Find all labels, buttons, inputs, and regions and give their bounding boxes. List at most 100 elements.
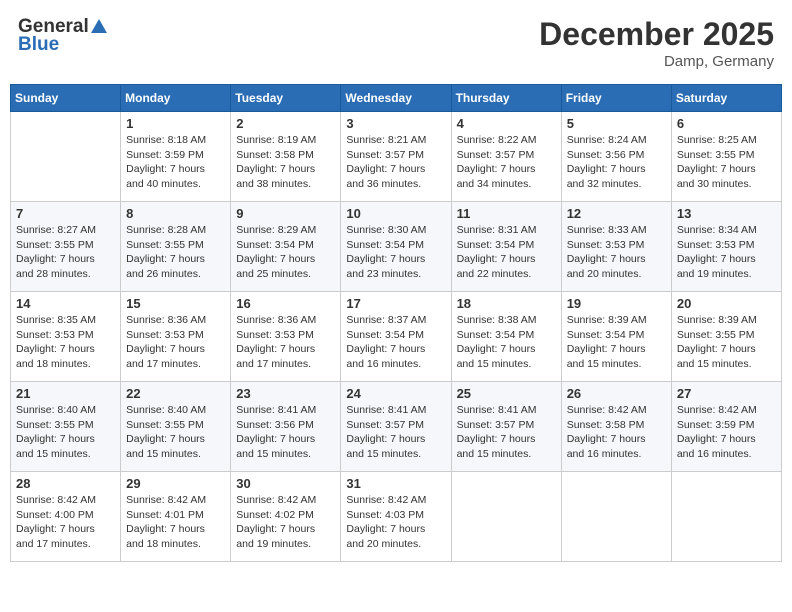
- calendar-header-row: SundayMondayTuesdayWednesdayThursdayFrid…: [11, 85, 782, 112]
- day-number: 1: [126, 116, 225, 131]
- day-info: Sunrise: 8:39 AMSunset: 3:54 PMDaylight:…: [567, 313, 666, 372]
- day-number: 24: [346, 386, 445, 401]
- day-number: 21: [16, 386, 115, 401]
- day-info: Sunrise: 8:30 AMSunset: 3:54 PMDaylight:…: [346, 223, 445, 282]
- calendar-cell: 20 Sunrise: 8:39 AMSunset: 3:55 PMDayligh…: [671, 292, 781, 382]
- day-info: Sunrise: 8:40 AMSunset: 3:55 PMDaylight:…: [16, 403, 115, 462]
- day-number: 17: [346, 296, 445, 311]
- day-number: 25: [457, 386, 556, 401]
- day-info: Sunrise: 8:35 AMSunset: 3:53 PMDaylight:…: [16, 313, 115, 372]
- day-info: Sunrise: 8:24 AMSunset: 3:56 PMDaylight:…: [567, 133, 666, 192]
- calendar-cell: 3 Sunrise: 8:21 AMSunset: 3:57 PMDaylight…: [341, 112, 451, 202]
- day-info: Sunrise: 8:42 AMSunset: 4:01 PMDaylight:…: [126, 493, 225, 552]
- day-info: Sunrise: 8:34 AMSunset: 3:53 PMDaylight:…: [677, 223, 776, 282]
- day-number: 10: [346, 206, 445, 221]
- calendar-cell: [671, 472, 781, 562]
- calendar-cell: 26 Sunrise: 8:42 AMSunset: 3:58 PMDayligh…: [561, 382, 671, 472]
- day-info: Sunrise: 8:25 AMSunset: 3:55 PMDaylight:…: [677, 133, 776, 192]
- weekday-header-tuesday: Tuesday: [231, 85, 341, 112]
- day-info: Sunrise: 8:21 AMSunset: 3:57 PMDaylight:…: [346, 133, 445, 192]
- day-info: Sunrise: 8:18 AMSunset: 3:59 PMDaylight:…: [126, 133, 225, 192]
- calendar-cell: 12Sunrise: 8:33 AMSunset: 3:53 PMDayligh…: [561, 202, 671, 292]
- day-info: Sunrise: 8:31 AMSunset: 3:54 PMDaylight:…: [457, 223, 556, 282]
- day-number: 31: [346, 476, 445, 491]
- weekday-header-wednesday: Wednesday: [341, 85, 451, 112]
- day-info: Sunrise: 8:27 AMSunset: 3:55 PMDaylight:…: [16, 223, 115, 282]
- day-number: 8: [126, 206, 225, 221]
- day-number: 29: [126, 476, 225, 491]
- day-number: 11: [457, 206, 556, 221]
- day-info: Sunrise: 8:40 AMSunset: 3:55 PMDaylight:…: [126, 403, 225, 462]
- day-number: 28: [16, 476, 115, 491]
- calendar-cell: [11, 112, 121, 202]
- weekday-header-saturday: Saturday: [671, 85, 781, 112]
- logo-blue-text: Blue: [18, 34, 59, 56]
- day-info: Sunrise: 8:42 AMSunset: 3:59 PMDaylight:…: [677, 403, 776, 462]
- calendar-cell: 23 Sunrise: 8:41 AMSunset: 3:56 PMDayligh…: [231, 382, 341, 472]
- location: Damp, Germany: [539, 53, 774, 70]
- day-info: Sunrise: 8:42 AMSunset: 4:03 PMDaylight:…: [346, 493, 445, 552]
- calendar-week-row: 1 Sunrise: 8:18 AMSunset: 3:59 PMDaylight…: [11, 112, 782, 202]
- day-number: 27: [677, 386, 776, 401]
- day-number: 26: [567, 386, 666, 401]
- calendar-cell: 25 Sunrise: 8:41 AMSunset: 3:57 PMDayligh…: [451, 382, 561, 472]
- calendar-cell: 6Sunrise: 8:25 AMSunset: 3:55 PMDaylight…: [671, 112, 781, 202]
- logo-icon: [90, 17, 108, 35]
- day-info: Sunrise: 8:38 AMSunset: 3:54 PMDaylight:…: [457, 313, 556, 372]
- calendar-cell: 2Sunrise: 8:19 AMSunset: 3:58 PMDaylight…: [231, 112, 341, 202]
- day-info: Sunrise: 8:37 AMSunset: 3:54 PMDaylight:…: [346, 313, 445, 372]
- calendar-cell: 7 Sunrise: 8:27 AMSunset: 3:55 PMDaylight…: [11, 202, 121, 292]
- calendar-cell: 24 Sunrise: 8:41 AMSunset: 3:57 PMDayligh…: [341, 382, 451, 472]
- calendar-cell: 5 Sunrise: 8:24 AMSunset: 3:56 PMDaylight…: [561, 112, 671, 202]
- calendar-week-row: 7 Sunrise: 8:27 AMSunset: 3:55 PMDaylight…: [11, 202, 782, 292]
- day-info: Sunrise: 8:39 AMSunset: 3:55 PMDaylight:…: [677, 313, 776, 372]
- calendar-cell: 17 Sunrise: 8:37 AMSunset: 3:54 PMDayligh…: [341, 292, 451, 382]
- day-number: 20: [677, 296, 776, 311]
- weekday-header-sunday: Sunday: [11, 85, 121, 112]
- calendar-cell: 16Sunrise: 8:36 AMSunset: 3:53 PMDayligh…: [231, 292, 341, 382]
- day-number: 4: [457, 116, 556, 131]
- day-info: Sunrise: 8:19 AMSunset: 3:58 PMDaylight:…: [236, 133, 335, 192]
- calendar-week-row: 14 Sunrise: 8:35 AMSunset: 3:53 PMDayligh…: [11, 292, 782, 382]
- calendar-cell: 1 Sunrise: 8:18 AMSunset: 3:59 PMDaylight…: [121, 112, 231, 202]
- day-number: 22: [126, 386, 225, 401]
- day-info: Sunrise: 8:41 AMSunset: 3:56 PMDaylight:…: [236, 403, 335, 462]
- day-info: Sunrise: 8:42 AMSunset: 4:00 PMDaylight:…: [16, 493, 115, 552]
- day-number: 9: [236, 206, 335, 221]
- day-number: 23: [236, 386, 335, 401]
- day-info: Sunrise: 8:41 AMSunset: 3:57 PMDaylight:…: [457, 403, 556, 462]
- calendar-cell: 28 Sunrise: 8:42 AMSunset: 4:00 PMDayligh…: [11, 472, 121, 562]
- day-info: Sunrise: 8:36 AMSunset: 3:53 PMDaylight:…: [236, 313, 335, 372]
- calendar-table: SundayMondayTuesdayWednesdayThursdayFrid…: [10, 84, 782, 562]
- day-number: 19: [567, 296, 666, 311]
- day-info: Sunrise: 8:41 AMSunset: 3:57 PMDaylight:…: [346, 403, 445, 462]
- calendar-cell: 18 Sunrise: 8:38 AMSunset: 3:54 PMDayligh…: [451, 292, 561, 382]
- day-number: 5: [567, 116, 666, 131]
- logo: General Blue: [18, 16, 108, 56]
- calendar-week-row: 28 Sunrise: 8:42 AMSunset: 4:00 PMDayligh…: [11, 472, 782, 562]
- day-number: 7: [16, 206, 115, 221]
- day-info: Sunrise: 8:33 AMSunset: 3:53 PMDaylight:…: [567, 223, 666, 282]
- day-info: Sunrise: 8:29 AMSunset: 3:54 PMDaylight:…: [236, 223, 335, 282]
- day-number: 30: [236, 476, 335, 491]
- calendar-week-row: 21 Sunrise: 8:40 AMSunset: 3:55 PMDayligh…: [11, 382, 782, 472]
- day-number: 3: [346, 116, 445, 131]
- weekday-header-monday: Monday: [121, 85, 231, 112]
- day-number: 14: [16, 296, 115, 311]
- calendar-cell: 22 Sunrise: 8:40 AMSunset: 3:55 PMDayligh…: [121, 382, 231, 472]
- day-info: Sunrise: 8:42 AMSunset: 4:02 PMDaylight:…: [236, 493, 335, 552]
- page-header: General Blue December 2025 Damp, Germany: [10, 10, 782, 76]
- weekday-header-thursday: Thursday: [451, 85, 561, 112]
- calendar-cell: 15Sunrise: 8:36 AMSunset: 3:53 PMDayligh…: [121, 292, 231, 382]
- calendar-cell: 19 Sunrise: 8:39 AMSunset: 3:54 PMDayligh…: [561, 292, 671, 382]
- day-number: 18: [457, 296, 556, 311]
- calendar-cell: 11 Sunrise: 8:31 AMSunset: 3:54 PMDayligh…: [451, 202, 561, 292]
- calendar-cell: 30 Sunrise: 8:42 AMSunset: 4:02 PMDayligh…: [231, 472, 341, 562]
- weekday-header-friday: Friday: [561, 85, 671, 112]
- calendar-cell: 9 Sunrise: 8:29 AMSunset: 3:54 PMDaylight…: [231, 202, 341, 292]
- calendar-cell: 8Sunrise: 8:28 AMSunset: 3:55 PMDaylight…: [121, 202, 231, 292]
- day-info: Sunrise: 8:42 AMSunset: 3:58 PMDaylight:…: [567, 403, 666, 462]
- calendar-cell: 4Sunrise: 8:22 AMSunset: 3:57 PMDaylight…: [451, 112, 561, 202]
- calendar-cell: 31 Sunrise: 8:42 AMSunset: 4:03 PMDayligh…: [341, 472, 451, 562]
- calendar-cell: [561, 472, 671, 562]
